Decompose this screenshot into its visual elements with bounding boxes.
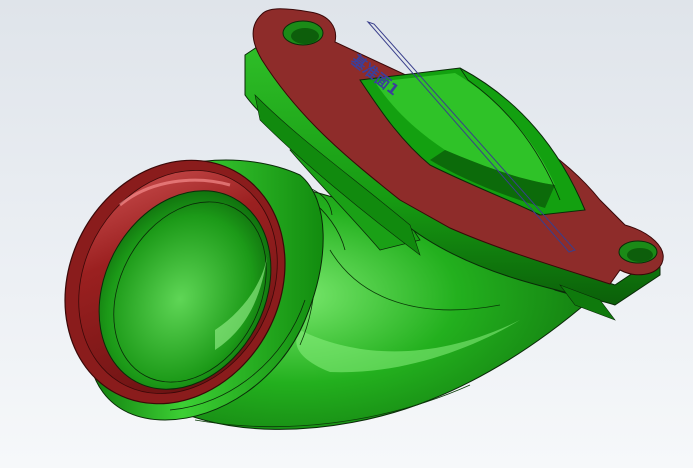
model-view[interactable]: 基准面1 <box>0 0 693 468</box>
elbow-intake-manifold-icon[interactable] <box>23 8 664 443</box>
graphics-viewport[interactable]: 基准面1 <box>0 0 693 468</box>
bolt-hole-inner <box>627 248 653 262</box>
bolt-hole-inner <box>291 28 319 44</box>
